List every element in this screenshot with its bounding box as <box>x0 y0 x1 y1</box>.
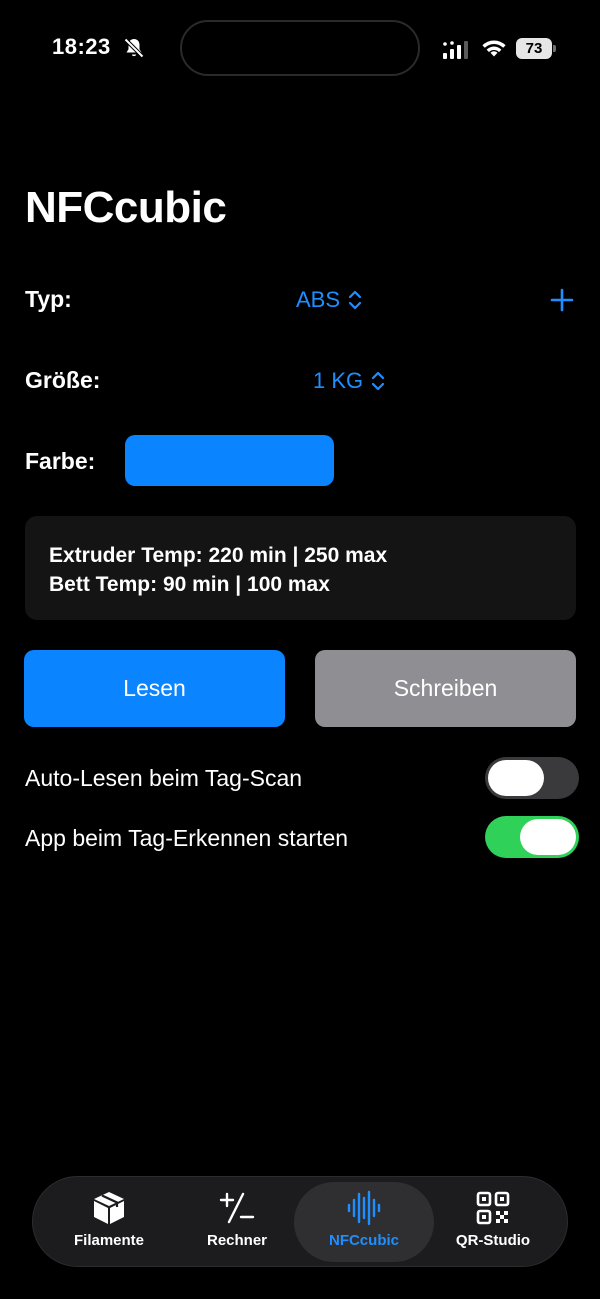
color-picker[interactable] <box>125 435 334 486</box>
dynamic-island <box>180 20 420 76</box>
extruder-temp-text: Extruder Temp: 220 min | 250 max <box>49 544 388 567</box>
page-title: NFCcubic <box>25 183 227 232</box>
size-picker[interactable]: 1 KG <box>313 368 385 394</box>
read-button[interactable]: Lesen <box>24 650 285 727</box>
type-label: Typ: <box>25 286 72 312</box>
signal-icon <box>443 41 468 59</box>
color-label: Farbe: <box>25 448 96 474</box>
tab-filamente[interactable]: Filamente <box>39 1182 179 1262</box>
launch-app-label: App beim Tag-Erkennen starten <box>25 825 349 851</box>
battery-icon: 73 <box>516 38 556 59</box>
chevron-up-down-icon <box>372 371 385 391</box>
add-type-button[interactable] <box>550 288 574 312</box>
bell-slash-icon <box>124 38 144 58</box>
tab-bar: Filamente Rechner NFCcubic QR-Studio <box>32 1176 568 1267</box>
type-picker[interactable]: ABS <box>296 287 362 313</box>
size-label: Größe: <box>25 367 101 393</box>
box-icon <box>94 1192 124 1224</box>
bed-temp-text: Bett Temp: 90 min | 100 max <box>49 573 330 596</box>
auto-read-label: Auto-Lesen beim Tag-Scan <box>25 765 303 791</box>
waveform-icon <box>347 1190 381 1226</box>
temperature-info-box: Extruder Temp: 220 min | 250 max Bett Te… <box>25 516 576 620</box>
tab-label: Rechner <box>206 1232 268 1249</box>
chevron-up-down-icon <box>348 290 362 310</box>
launch-app-toggle[interactable] <box>485 816 579 858</box>
tab-label: QR-Studio <box>455 1232 531 1249</box>
tab-label: Filamente <box>73 1232 145 1249</box>
tab-rechner[interactable]: Rechner <box>167 1182 307 1262</box>
tab-label: NFCcubic <box>328 1232 399 1249</box>
size-picker-value: 1 KG <box>313 368 364 393</box>
tab-nfccubic[interactable]: NFCcubic <box>294 1182 434 1262</box>
status-time: 18:23 <box>52 34 111 59</box>
battery-level: 73 <box>516 38 552 59</box>
wifi-icon <box>482 40 506 57</box>
write-button[interactable]: Schreiben <box>315 650 576 727</box>
plus-minus-icon <box>219 1192 255 1224</box>
auto-read-toggle[interactable] <box>485 757 579 799</box>
tab-qr-studio[interactable]: QR-Studio <box>423 1182 563 1262</box>
type-picker-value: ABS <box>296 287 341 312</box>
qrcode-icon <box>476 1191 510 1225</box>
